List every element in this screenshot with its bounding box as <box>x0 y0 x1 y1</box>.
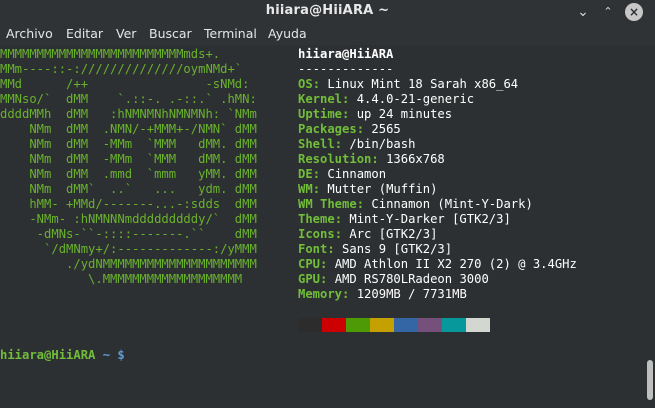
info-value: up 24 minutes <box>356 107 453 121</box>
info-key: Packages <box>298 122 357 136</box>
window-title: hiiara@HiiARA ~ <box>265 3 390 18</box>
menu-ayuda[interactable]: Ayuda <box>268 26 307 41</box>
color-swatch <box>418 318 442 332</box>
info-row-icons: Icons: Arc [GTK2/3] <box>298 227 438 241</box>
logo-line: ./ydNMMMMMMMMMMMMMMMMMMMMM <box>0 257 257 271</box>
logo-line: MMd /++ -sNMd: <box>0 77 250 91</box>
info-row-font: Font: Sans 9 [GTK2/3] <box>298 242 453 256</box>
logo-line: NMm dMM .NMN/-+MMM+-/NMN` dMM <box>0 122 257 136</box>
minimize-icon[interactable]: ⌄ <box>573 2 593 22</box>
info-row-gpu: GPU: AMD RS780LRadeon 3000 <box>298 272 489 286</box>
logo-line: NMm dMM .mmd `mmm yMM. dMM <box>0 167 257 181</box>
info-row-memory: Memory: 1209MB / 7731MB <box>298 287 467 301</box>
info-row-uptime: Uptime: up 24 minutes <box>298 107 453 121</box>
info-key: WM Theme <box>298 197 357 211</box>
info-key: CPU <box>298 257 321 271</box>
info-value: Mint-Y-Darker [GTK2/3] <box>349 212 511 226</box>
logo-line: NMm dMM -MMm `MMM dMM. dMM <box>0 137 257 151</box>
info-row-wm-theme: WM Theme: Cinnamon (Mint-Y-Dark) <box>298 197 533 211</box>
logo-line: -NMm- :hNMNNNmdddddddddy/` dMM <box>0 212 257 226</box>
info-row-de: DE: Cinnamon <box>298 167 387 181</box>
logo-line: hMM- +MMd/-------...-:sdds dMM <box>0 197 257 211</box>
logo-line: MMm----::-://////////////oymNMd+` <box>0 62 243 76</box>
color-swatch <box>394 318 418 332</box>
info-key: Font <box>298 242 328 256</box>
menu-ver[interactable]: Ver <box>116 26 136 41</box>
logo-line: MMNso/` dMM `.::-. .-::.` .hMN: <box>0 92 257 106</box>
info-row-wm: WM: Mutter (Muffin) <box>298 182 438 196</box>
color-swatch <box>370 318 394 332</box>
menu-archivo[interactable]: Archivo <box>6 26 53 41</box>
info-key: Icons <box>298 227 335 241</box>
info-key: Uptime <box>298 107 343 121</box>
maximize-icon[interactable]: ⌃ <box>598 2 618 22</box>
info-row-packages: Packages: 2565 <box>298 122 401 136</box>
info-key: Theme <box>298 212 335 226</box>
color-swatch <box>442 318 466 332</box>
info-value: 2565 <box>371 122 401 136</box>
info-key: DE <box>298 167 313 181</box>
logo-line: `/dMNmy+/:-------------:/yMMM <box>0 242 257 256</box>
info-row-theme: Theme: Mint-Y-Darker [GTK2/3] <box>298 212 511 226</box>
close-icon[interactable]: × <box>625 3 643 21</box>
logo-line: ddddMMh dMM :hNMNMNhNMNMNh: `NMm <box>0 107 257 121</box>
info-row-shell: Shell: /bin/bash <box>298 137 416 151</box>
info-value: 1366x768 <box>386 152 445 166</box>
logo-line: NMm dMM -MMm `MMM dMM. dMM <box>0 152 257 166</box>
info-row-resolution: Resolution: 1366x768 <box>298 152 445 166</box>
color-swatch <box>298 318 322 332</box>
scrollbar-thumb[interactable] <box>647 360 653 400</box>
info-value: AMD Athlon II X2 270 (2) @ 3.4GHz <box>334 257 577 271</box>
info-value: Sans 9 [GTK2/3] <box>342 242 453 256</box>
prompt-user-host: hiiara@HiiARA <box>0 348 96 362</box>
info-value: Arc [GTK2/3] <box>349 227 438 241</box>
info-key: GPU <box>298 272 321 286</box>
menu-terminal[interactable]: Terminal <box>204 26 257 41</box>
info-row-os: OS: Linux Mint 18 Sarah x86_64 <box>298 77 519 91</box>
info-key: Kernel <box>298 92 343 106</box>
title-bar[interactable]: hiiara@HiiARA ~ ⌄ ⌃ × <box>0 0 655 24</box>
info-value: 4.4.0-21-generic <box>356 92 475 106</box>
info-value: 1209MB / 7731MB <box>356 287 467 301</box>
prompt-path: ~ $ <box>95 348 125 362</box>
info-key: Resolution <box>298 152 372 166</box>
info-separator: ------------- <box>298 62 394 76</box>
info-value: Cinnamon (Mint-Y-Dark) <box>371 197 533 211</box>
info-key: WM <box>298 182 313 196</box>
logo-line: -dMNs-``-::::-------.`` dMM <box>0 227 257 241</box>
shell-prompt[interactable]: hiiara@HiiARA ~ $ <box>0 348 125 363</box>
info-row-cpu: CPU: AMD Athlon II X2 270 (2) @ 3.4GHz <box>298 257 577 271</box>
logo-line: MMMMMMMMMMMMMMMMMMMMMMMMMmds+. <box>0 47 221 61</box>
color-swatch <box>346 318 370 332</box>
info-key: Shell <box>298 137 335 151</box>
info-header: hiiara@HiiARA <box>298 47 394 61</box>
info-row-kernel: Kernel: 4.4.0-21-generic <box>298 92 475 106</box>
info-value: Cinnamon <box>327 167 387 181</box>
info-value: /bin/bash <box>349 137 416 151</box>
menu-buscar[interactable]: Buscar <box>149 26 192 41</box>
info-key: OS <box>298 77 313 91</box>
menu-bar: Archivo Editar Ver Buscar Terminal Ayuda <box>0 24 655 45</box>
terminal-output[interactable]: MMMMMMMMMMMMMMMMMMMMMMMMMmds+. MMm----::… <box>0 45 643 408</box>
info-key: Memory <box>298 287 343 301</box>
info-value: Linux Mint 18 Sarah x86_64 <box>327 77 519 91</box>
info-value: AMD RS780LRadeon 3000 <box>334 272 489 286</box>
scrollbar[interactable] <box>643 45 655 408</box>
info-value: Mutter (Muffin) <box>327 182 438 196</box>
logo-line: \.MMMMMMMMMMMMMMMMMMM <box>0 272 243 286</box>
color-swatch <box>466 318 490 332</box>
terminal-window: hiiara@HiiARA ~ ⌄ ⌃ × Archivo Editar Ver… <box>0 0 655 408</box>
logo-line: NMm dMM` ..` ... ydm. dMM <box>0 182 257 196</box>
menu-editar[interactable]: Editar <box>66 26 103 41</box>
color-swatch <box>322 318 346 332</box>
